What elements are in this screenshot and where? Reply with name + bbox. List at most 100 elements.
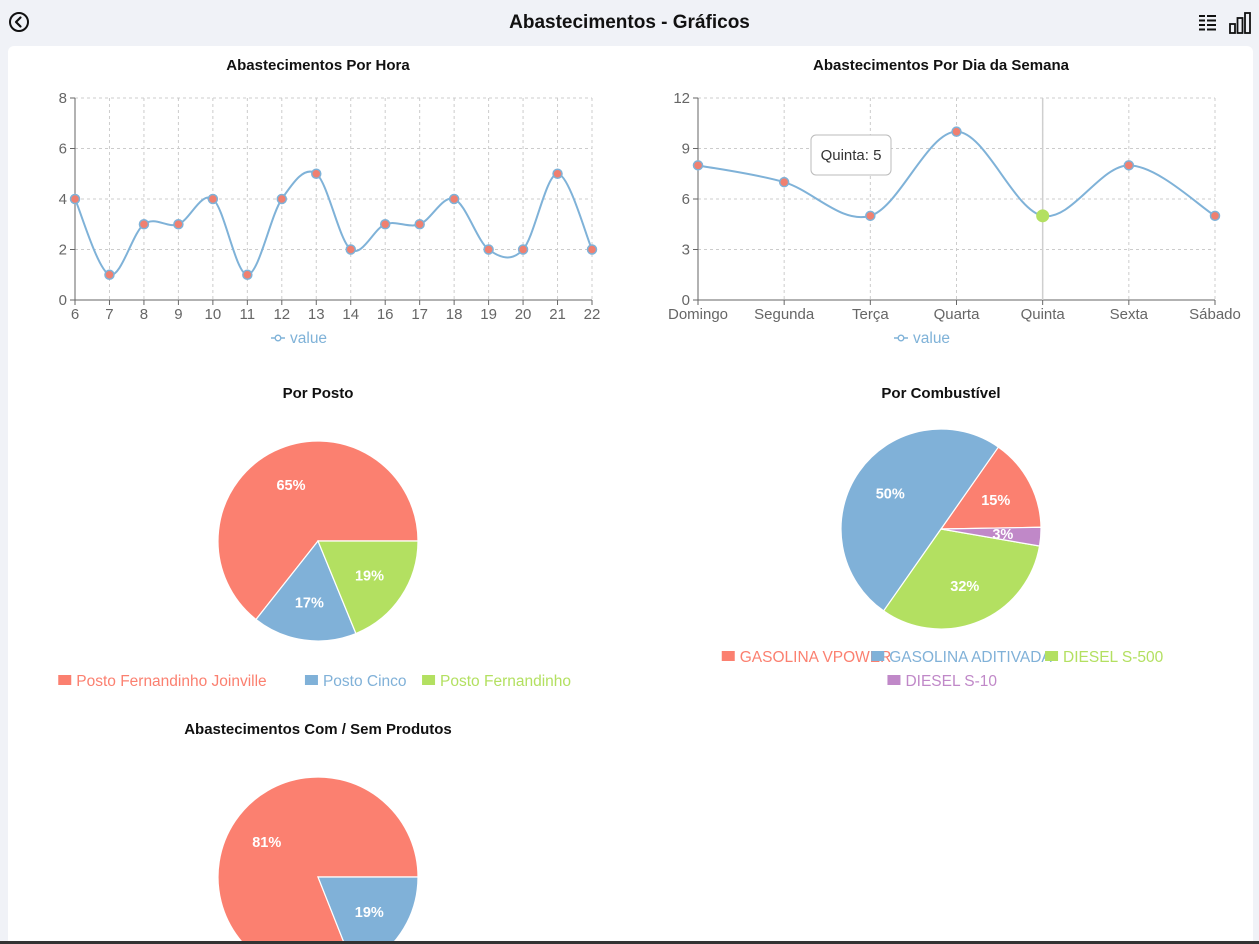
legend-label: value bbox=[290, 330, 327, 347]
legend-swatch bbox=[871, 651, 885, 661]
x-tick-label: Quinta bbox=[1021, 306, 1066, 323]
x-tick-label: 8 bbox=[140, 306, 148, 323]
chart-title: Por Posto bbox=[283, 385, 354, 402]
legend-swatch bbox=[422, 675, 436, 685]
chart-legend: Posto Fernandinho Joinville Posto Cinco Po… bbox=[58, 673, 571, 690]
tooltip-text: Quinta: 5 bbox=[821, 147, 882, 164]
y-tick-label: 12 bbox=[673, 90, 690, 107]
legend-label: Posto Cinco bbox=[323, 673, 407, 690]
x-tick-label: 12 bbox=[273, 306, 290, 323]
data-point[interactable] bbox=[586, 244, 598, 255]
series-line bbox=[74, 170, 593, 276]
x-tick-label: 10 bbox=[205, 306, 222, 323]
x-tick-label: 19 bbox=[480, 306, 497, 323]
data-point[interactable] bbox=[242, 269, 253, 280]
data-point[interactable] bbox=[311, 168, 322, 179]
chart-combustivel: Por Combustível 15% 50% 32% 3% GASOLINA VPOWE… bbox=[721, 385, 1164, 690]
x-tick-label: 6 bbox=[71, 306, 79, 323]
slice-label: 65% bbox=[276, 478, 305, 494]
legend-swatch bbox=[304, 675, 318, 685]
y-tick-label: 8 bbox=[59, 90, 67, 107]
legend-swatch bbox=[1045, 651, 1059, 661]
x-tick-label: 18 bbox=[446, 306, 463, 323]
slice-label: 50% bbox=[876, 486, 905, 502]
chart-posto: Por Posto 65% 17% 19% Posto Fernandinho Join… bbox=[58, 385, 571, 690]
data-point[interactable] bbox=[951, 126, 962, 137]
data-point[interactable] bbox=[517, 244, 529, 255]
chart-title: Abastecimentos Por Hora bbox=[226, 57, 410, 74]
x-tick-label: 7 bbox=[105, 306, 113, 323]
x-tick-label: 20 bbox=[515, 306, 532, 323]
tooltip: Quinta: 5 bbox=[810, 134, 892, 176]
chart-title: Por Combustível bbox=[881, 385, 1000, 402]
legend-label: value bbox=[913, 330, 950, 347]
slice-label: 32% bbox=[950, 579, 979, 595]
x-tick-label: 17 bbox=[411, 306, 428, 323]
chart-dia: Abastecimentos Por Dia da Semana036912Do… bbox=[668, 57, 1241, 347]
data-point-active[interactable] bbox=[1036, 209, 1050, 223]
legend-label: DIESEL S-500 bbox=[1063, 649, 1164, 666]
charts-canvas: Abastecimentos Por Hora 0 2 4 6 8 6 7 8 9 10 11 12 13… bbox=[58, 57, 1241, 944]
x-tick-label: 16 bbox=[377, 306, 394, 323]
data-point[interactable] bbox=[552, 168, 563, 179]
data-point[interactable] bbox=[345, 244, 356, 255]
chart-legend: value bbox=[271, 330, 327, 347]
x-tick-label: 13 bbox=[308, 306, 325, 323]
slice-label: 17% bbox=[295, 595, 324, 611]
data-point[interactable] bbox=[778, 176, 790, 188]
series-line bbox=[697, 130, 1216, 219]
legend-label: GASOLINA VPOWER bbox=[740, 649, 892, 666]
data-point[interactable] bbox=[1123, 160, 1135, 171]
legend-swatch bbox=[58, 675, 72, 685]
x-tick-label: Quarta bbox=[934, 306, 981, 323]
data-point[interactable] bbox=[865, 210, 876, 222]
data-point[interactable] bbox=[692, 160, 704, 171]
slice-label: 3% bbox=[992, 527, 1013, 543]
legend-swatch bbox=[721, 651, 735, 661]
data-point[interactable] bbox=[379, 219, 391, 230]
chart-legend: GASOLINA VPOWERGASOLINA ADITIVADA DIESEL … bbox=[721, 649, 1164, 690]
slice-label: 81% bbox=[252, 835, 281, 851]
chart-hora: Abastecimentos Por Hora 0 2 4 6 8 6 7 8 9 10 11 12 13… bbox=[59, 57, 601, 347]
legend-marker-icon bbox=[897, 334, 905, 342]
data-point[interactable] bbox=[69, 193, 81, 205]
slice-label: 19% bbox=[355, 569, 384, 585]
y-tick-label: 6 bbox=[59, 141, 67, 158]
data-point[interactable] bbox=[414, 219, 425, 230]
y-tick-label: 3 bbox=[682, 242, 690, 259]
x-tick-label: 9 bbox=[174, 306, 182, 323]
x-tick-label: Segunda bbox=[754, 306, 815, 323]
y-tick-label: 2 bbox=[59, 242, 67, 259]
y-tick-label: 6 bbox=[682, 191, 690, 208]
legend-label: Posto Fernandinho bbox=[440, 673, 571, 690]
legend-marker-icon bbox=[274, 334, 282, 342]
y-tick-label: 4 bbox=[59, 191, 67, 208]
data-point[interactable] bbox=[448, 193, 460, 205]
data-point[interactable] bbox=[207, 193, 219, 205]
x-tick-label: Domingo bbox=[668, 306, 728, 323]
data-point[interactable] bbox=[1209, 210, 1221, 222]
x-tick-label: Sexta bbox=[1110, 306, 1149, 323]
x-tick-label: 21 bbox=[549, 306, 566, 323]
data-point[interactable] bbox=[173, 219, 184, 230]
x-tick-label: Terça bbox=[852, 306, 889, 323]
data-point[interactable] bbox=[138, 219, 150, 230]
data-point[interactable] bbox=[104, 269, 115, 280]
x-tick-label: 11 bbox=[240, 306, 256, 323]
x-tick-label: 14 bbox=[342, 306, 359, 323]
x-tick-label: Sábado bbox=[1189, 306, 1241, 323]
x-tick-label: 22 bbox=[584, 306, 601, 323]
y-tick-label: 0 bbox=[59, 292, 67, 309]
slice-label: 15% bbox=[981, 493, 1010, 509]
legend-swatch bbox=[887, 675, 901, 685]
chart-legend: value bbox=[894, 330, 950, 347]
chart-title: Abastecimentos Com / Sem Produtos bbox=[184, 721, 452, 738]
y-tick-label: 9 bbox=[682, 141, 690, 158]
legend-label: DIESEL S-10 bbox=[905, 673, 997, 690]
slice-label: 19% bbox=[355, 905, 384, 921]
legend-label: GASOLINA ADITIVADA bbox=[889, 649, 1052, 666]
chart-produtos: Abastecimentos Com / Sem Produtos 81% 19% bbox=[184, 721, 452, 944]
legend-label: Posto Fernandinho Joinville bbox=[76, 673, 266, 690]
data-point[interactable] bbox=[276, 193, 288, 205]
data-point[interactable] bbox=[483, 244, 494, 255]
